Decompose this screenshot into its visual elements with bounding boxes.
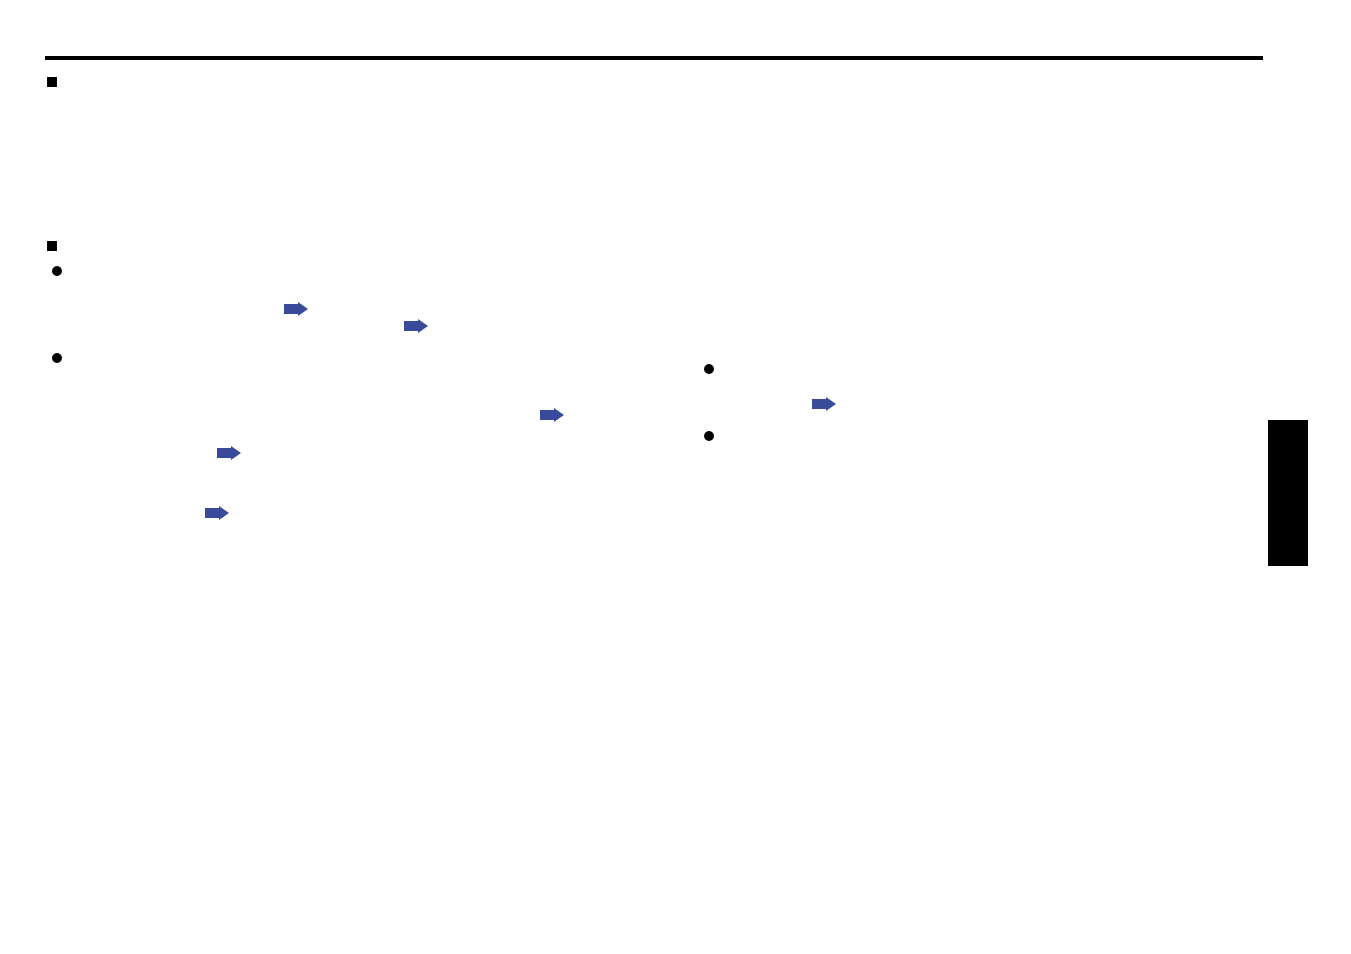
arrow-right-icon xyxy=(812,397,836,411)
round-bullet-icon xyxy=(704,431,714,441)
arrow-right-icon xyxy=(540,408,564,422)
round-bullet-icon xyxy=(52,266,62,276)
document-page xyxy=(0,0,1351,954)
arrow-right-icon xyxy=(217,446,241,460)
round-bullet-icon xyxy=(704,364,714,374)
horizontal-rule xyxy=(45,56,1263,60)
arrow-right-icon xyxy=(205,506,229,520)
square-bullet-icon xyxy=(47,77,57,87)
side-tab xyxy=(1268,420,1308,566)
arrow-right-icon xyxy=(404,319,428,333)
round-bullet-icon xyxy=(52,353,62,363)
arrow-right-icon xyxy=(284,302,308,316)
square-bullet-icon xyxy=(47,241,57,251)
